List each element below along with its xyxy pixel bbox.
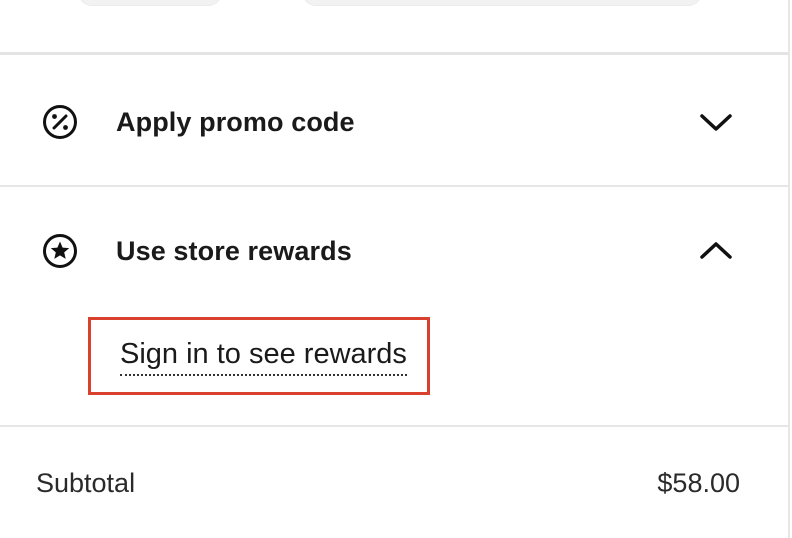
subtotal-row: Subtotal $58.00	[0, 462, 788, 506]
use-store-rewards-label: Use store rewards	[116, 235, 352, 266]
section-divider	[0, 52, 788, 55]
subtotal-value: $58.00	[657, 468, 740, 498]
apply-promo-code-row[interactable]: Apply promo code	[0, 87, 788, 157]
apply-promo-code-label: Apply promo code	[116, 106, 355, 137]
percent-circle-icon	[35, 97, 85, 147]
section-divider	[0, 425, 788, 427]
checkout-summary-panel: Apply promo code Use store rewards Sign …	[0, 0, 790, 538]
top-controls-strip	[0, 0, 788, 52]
star-circle-icon	[35, 226, 85, 276]
top-pill-button-left[interactable]	[78, 0, 222, 6]
subtotal-label: Subtotal	[36, 468, 136, 498]
use-store-rewards-row[interactable]: Use store rewards	[0, 216, 788, 286]
top-pill-button-right[interactable]	[302, 0, 702, 6]
chevron-up-icon[interactable]	[696, 231, 736, 271]
section-divider	[0, 185, 788, 187]
sign-in-to-see-rewards-link[interactable]: Sign in to see rewards	[120, 337, 407, 376]
chevron-down-icon[interactable]	[696, 102, 736, 142]
